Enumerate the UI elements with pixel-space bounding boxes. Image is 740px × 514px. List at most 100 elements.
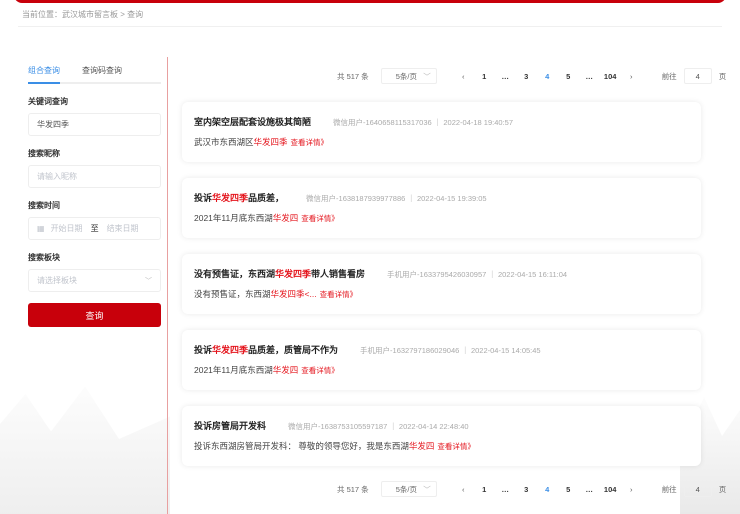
panel-divider bbox=[167, 57, 168, 514]
title-text: 投诉 bbox=[194, 345, 213, 355]
page-size-select[interactable]: 5条/页 ﹀ bbox=[380, 68, 437, 84]
view-details-link[interactable]: 查看详情》 bbox=[301, 366, 339, 375]
result-header: 投诉房管局开发科 微信用户-1638753105597187 ｜ 2022-04-… bbox=[194, 419, 689, 433]
view-details-link[interactable]: 查看详情》 bbox=[301, 214, 339, 223]
page-5[interactable]: 5 bbox=[558, 485, 579, 494]
title-text: 品质差，质管局不作为 bbox=[248, 345, 339, 355]
top-banner-bar bbox=[14, 0, 726, 3]
page-104[interactable]: 104 bbox=[600, 485, 621, 494]
board-select-placeholder: 请选择板块 bbox=[37, 276, 77, 285]
tab-combined-search[interactable]: 组合查询 bbox=[28, 62, 60, 84]
pagination-top: 共 517 条 5条/页 ﹀ ‹ 1… 3 4 5… 104 › 前往 4 页 bbox=[337, 68, 726, 84]
page-size-value: 5条/页 bbox=[395, 484, 417, 494]
title-text: 品质差， bbox=[248, 193, 285, 203]
page-3[interactable]: 3 bbox=[516, 485, 537, 494]
summary-text: 没有预售证，东西湖 bbox=[194, 289, 271, 299]
prev-page-button[interactable]: ‹ bbox=[453, 72, 474, 81]
summary-text: 2021年11月底东西湖 bbox=[194, 365, 273, 375]
board-select[interactable]: 请选择板块 ﹀ bbox=[28, 269, 161, 292]
calendar-icon: ▦ bbox=[37, 224, 45, 233]
result-summary: 投诉东西湖房管局开发科： 尊敬的领导您好，我是东西湖华发四 查看详情》 bbox=[194, 440, 689, 452]
breadcrumb: 当前位置：武汉城市留言板 > 查询 bbox=[22, 10, 144, 19]
page-5[interactable]: 5 bbox=[558, 72, 579, 81]
goto-suffix: 页 bbox=[718, 484, 727, 494]
page-4[interactable]: 4 bbox=[537, 72, 558, 81]
result-title[interactable]: 没有预售证，东西湖华发四季带人销售看房 bbox=[194, 267, 365, 280]
result-summary: 2021年11月底东西湖华发四 查看详情》 bbox=[194, 364, 689, 376]
keyword-label: 关键词查询 bbox=[28, 97, 68, 106]
date-range-picker[interactable]: ▦ 开始日期 至 结束日期 bbox=[28, 217, 161, 240]
page-size-select[interactable]: 5条/页 ﹀ bbox=[380, 481, 437, 497]
result-title[interactable]: 投诉房管局开发科 bbox=[194, 419, 266, 432]
keyword-highlight: 华发四 bbox=[272, 213, 299, 223]
keyword-highlight: 华发四 bbox=[272, 365, 299, 375]
goto-suffix: 页 bbox=[718, 71, 727, 81]
chevron-down-icon: ﹀ bbox=[423, 484, 431, 494]
more-pages-icon[interactable]: … bbox=[495, 485, 516, 494]
total-count: 共 517 条 bbox=[337, 484, 369, 494]
result-card[interactable]: 没有预售证，东西湖华发四季带人销售看房 手机用户-1633795426030957… bbox=[182, 254, 701, 314]
result-title[interactable]: 投诉华发四季品质差， bbox=[194, 191, 284, 204]
search-button[interactable]: 查询 bbox=[28, 303, 161, 327]
page-104[interactable]: 104 bbox=[600, 72, 621, 81]
result-card[interactable]: 投诉华发四季品质差，质管局不作为 手机用户-1632797186029046 ｜ … bbox=[182, 330, 701, 390]
keyword-highlight: 华发四 bbox=[408, 441, 435, 451]
title-text: 没有预售证，东西湖 bbox=[194, 269, 276, 279]
keyword-highlight: 华发四季 bbox=[212, 345, 249, 355]
time-label: 搜索时间 bbox=[28, 201, 60, 210]
total-count: 共 517 条 bbox=[337, 71, 369, 81]
board-label: 搜索板块 bbox=[28, 253, 60, 262]
next-page-button[interactable]: › bbox=[621, 485, 642, 494]
title-text: 室内架空层配套设施极其简陋 bbox=[194, 117, 312, 127]
chevron-down-icon: ﹀ bbox=[145, 277, 152, 285]
range-separator: 至 bbox=[90, 224, 99, 233]
result-title[interactable]: 投诉华发四季品质差，质管局不作为 bbox=[194, 343, 338, 356]
search-panel: 组合查询 查询码查询 关键词查询 华发四季 搜索昵称 请输入昵称 搜索时间 ▦ … bbox=[28, 62, 161, 327]
keyword-highlight: 华发四季 bbox=[275, 269, 312, 279]
end-date-input[interactable]: 结束日期 bbox=[107, 223, 139, 234]
goto-page-input[interactable]: 4 bbox=[683, 481, 712, 497]
divider bbox=[18, 26, 722, 27]
result-summary: 2021年11月底东西湖华发四 查看详情》 bbox=[194, 212, 689, 224]
more-pages-icon[interactable]: … bbox=[495, 72, 516, 81]
result-meta: 手机用户-1632797186029046 ｜ 2022-04-15 14:05… bbox=[360, 346, 541, 355]
result-card[interactable]: 投诉房管局开发科 微信用户-1638753105597187 ｜ 2022-04-… bbox=[182, 406, 701, 466]
prev-page-button[interactable]: ‹ bbox=[453, 485, 474, 494]
result-summary: 武汉市东西湖区华发四季 查看详情》 bbox=[194, 136, 689, 148]
result-header: 投诉华发四季品质差，质管局不作为 手机用户-1632797186029046 ｜ … bbox=[194, 343, 689, 357]
result-card[interactable]: 投诉华发四季品质差， 微信用户-1638187939977886 ｜ 2022-0… bbox=[182, 178, 701, 238]
chevron-down-icon: ﹀ bbox=[423, 71, 431, 81]
result-card[interactable]: 室内架空层配套设施极其简陋 微信用户-1640658115317036 ｜ 202… bbox=[182, 102, 701, 162]
page-3[interactable]: 3 bbox=[516, 72, 537, 81]
keyword-input[interactable]: 华发四季 bbox=[28, 113, 161, 136]
page-1[interactable]: 1 bbox=[474, 72, 495, 81]
keyword-highlight: 华发四季 bbox=[212, 193, 249, 203]
more-pages-icon[interactable]: … bbox=[579, 485, 600, 494]
title-text: 投诉房管局开发科 bbox=[194, 421, 267, 431]
start-date-input[interactable]: 开始日期 bbox=[51, 223, 83, 234]
page-size-value: 5条/页 bbox=[395, 71, 417, 81]
page-1[interactable]: 1 bbox=[474, 485, 495, 494]
goto-label: 前往 bbox=[661, 71, 677, 81]
view-details-link[interactable]: 查看详情》 bbox=[320, 290, 358, 299]
goto-page-input[interactable]: 4 bbox=[683, 68, 712, 84]
keyword-highlight: 华发四季 bbox=[253, 137, 288, 147]
tab-code-search[interactable]: 查询码查询 bbox=[82, 62, 122, 82]
pagination-bottom: 共 517 条 5条/页 ﹀ ‹ 1… 3 4 5… 104 › 前往 4 页 bbox=[337, 481, 726, 497]
result-meta: 微信用户-1640658115317036 ｜ 2022-04-18 19:40… bbox=[333, 118, 514, 127]
keyword-highlight: 华发四季<... bbox=[270, 289, 317, 299]
title-text: 带人销售看房 bbox=[311, 269, 366, 279]
view-details-link[interactable]: 查看详情》 bbox=[291, 138, 329, 147]
title-text: 投诉 bbox=[194, 193, 213, 203]
result-title[interactable]: 室内架空层配套设施极其简陋 bbox=[194, 115, 311, 128]
result-header: 没有预售证，东西湖华发四季带人销售看房 手机用户-1633795426030957… bbox=[194, 267, 689, 281]
search-tabs: 组合查询 查询码查询 bbox=[28, 62, 161, 84]
nickname-input[interactable]: 请输入昵称 bbox=[28, 165, 161, 188]
more-pages-icon[interactable]: … bbox=[579, 72, 600, 81]
result-meta: 微信用户-1638187939977886 ｜ 2022-04-15 19:39… bbox=[306, 194, 487, 203]
result-meta: 微信用户-1638753105597187 ｜ 2022-04-14 22:48… bbox=[288, 422, 469, 431]
next-page-button[interactable]: › bbox=[621, 72, 642, 81]
page-4[interactable]: 4 bbox=[537, 485, 558, 494]
goto-label: 前往 bbox=[661, 484, 677, 494]
view-details-link[interactable]: 查看详情》 bbox=[437, 442, 475, 451]
